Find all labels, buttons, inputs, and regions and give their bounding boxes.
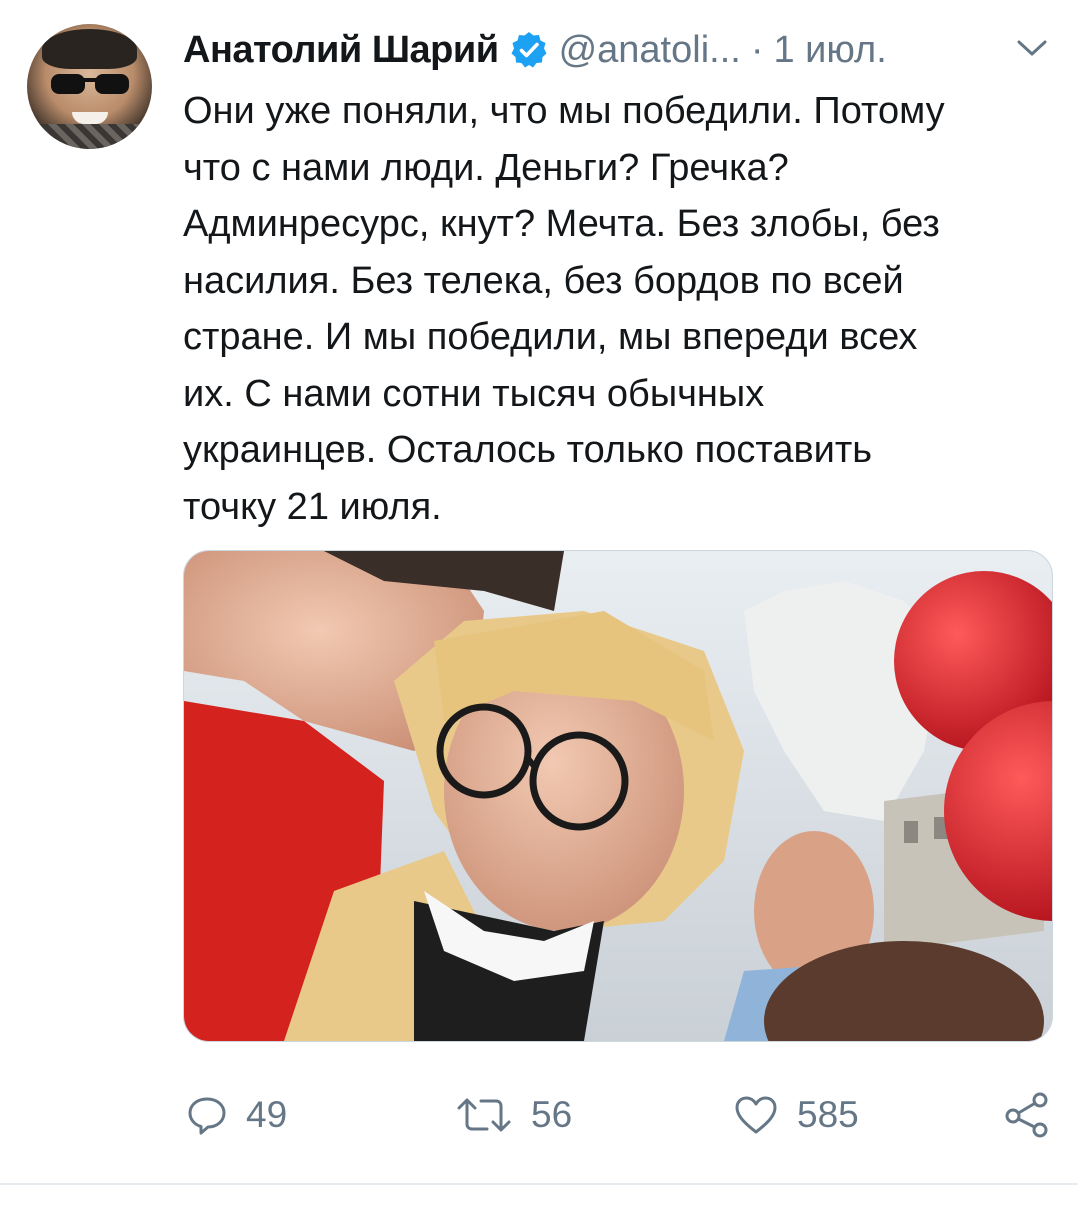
tweet-text-line: насилия. Без телека, без бордов по всей (183, 259, 904, 302)
tweet-text-line: стране. И мы победили, мы впереди всех (183, 316, 918, 358)
author-name[interactable]: Анатолий Шарий (183, 29, 499, 72)
tweet-text-line: Админресурс, кнут? Мечта. Без злобы, без (183, 203, 940, 245)
tweet-date[interactable]: 1 июл. (773, 29, 886, 72)
tweet-actions: 49 56 585 (0, 1080, 1078, 1150)
header-separator: · (750, 28, 764, 71)
tweet-text-line: точку 21 июля. (183, 485, 442, 528)
tweet-photo[interactable] (183, 550, 1053, 1042)
avatar[interactable] (27, 24, 152, 149)
share-icon (1005, 1092, 1048, 1138)
tweet[interactable]: Анатолий Шарий @anatoli... · 1 июл. Они … (0, 0, 1078, 1227)
like-count: 585 (797, 1094, 859, 1135)
avatar-scarf (27, 124, 152, 149)
selfie-photo (184, 551, 1052, 1041)
reply-count: 49 (246, 1094, 288, 1135)
verified-badge-icon (511, 32, 547, 68)
share-button[interactable] (1002, 1080, 1052, 1150)
reply-button[interactable]: 49 (186, 1080, 287, 1150)
reply-icon (188, 1097, 226, 1135)
tweet-text-line: их. С нами сотни тысяч обычных (183, 372, 765, 415)
tweet-divider (0, 1183, 1078, 1185)
avatar-sunglasses (51, 74, 129, 94)
like-button[interactable]: 585 (733, 1080, 859, 1150)
tweet-text-line: украинцев. Осталось только поставить (183, 429, 873, 471)
heart-icon (735, 1096, 777, 1134)
avatar-smile (72, 112, 108, 124)
tweet-text: Они уже поняли, что мы победили. Потому … (183, 83, 1053, 535)
avatar-hair (42, 29, 137, 69)
tweet-text-line: что с нами люди. Деньги? Гречка? (183, 146, 789, 189)
tweet-text-line: Они уже поняли, что мы победили. Потому (183, 90, 945, 132)
chevron-down-icon[interactable] (1013, 34, 1051, 62)
author-handle[interactable]: @anatoli... (559, 29, 741, 72)
retweet-icon (457, 1098, 511, 1132)
retweet-button[interactable]: 56 (455, 1080, 572, 1150)
tweet-header: Анатолий Шарий @anatoli... · 1 июл. (183, 22, 887, 78)
retweet-count: 56 (531, 1094, 573, 1135)
